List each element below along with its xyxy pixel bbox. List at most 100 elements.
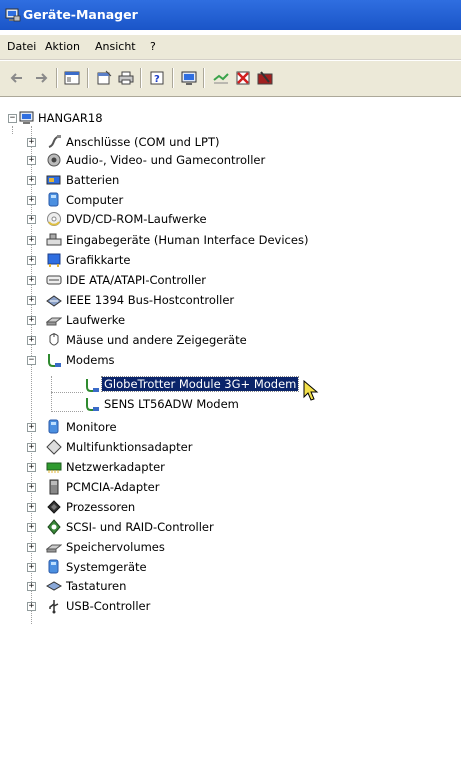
device-category[interactable]: Audio-, Video- und Gamecontroller: [66, 153, 265, 167]
device-item-selected[interactable]: GlobeTrotter Module 3G+ Modem: [100, 376, 300, 392]
menu-bar: Datei Aktion Ansicht ?: [0, 35, 461, 60]
port-icon: [46, 134, 62, 150]
update-driver-icon[interactable]: [212, 69, 230, 87]
expand-toggle[interactable]: +: [27, 582, 36, 591]
expand-toggle[interactable]: +: [27, 138, 36, 147]
device-category[interactable]: Computer: [66, 193, 123, 207]
battery-icon: [46, 172, 62, 188]
menu-file[interactable]: Datei: [7, 40, 36, 53]
toolbar-separator: [203, 68, 205, 88]
device-category[interactable]: Multifunktionsadapter: [66, 440, 192, 454]
multifunction-icon: [46, 439, 62, 455]
expand-toggle[interactable]: +: [27, 483, 36, 492]
device-item[interactable]: SENS LT56ADW Modem: [104, 397, 239, 411]
expand-toggle[interactable]: +: [27, 602, 36, 611]
collapse-toggle[interactable]: −: [8, 114, 17, 123]
expand-toggle[interactable]: +: [27, 543, 36, 552]
device-category[interactable]: Modems: [66, 353, 115, 367]
device-tree[interactable]: − HANGAR18 + Anschlüsse (COM und LPT) + …: [0, 100, 461, 762]
svg-text:?: ?: [154, 74, 160, 85]
device-category[interactable]: DVD/CD-ROM-Laufwerke: [66, 212, 207, 226]
hid-icon: [46, 232, 62, 248]
device-category[interactable]: Mäuse und andere Zeigegeräte: [66, 333, 247, 347]
scsi-icon: [46, 519, 62, 535]
system-device-icon: [46, 559, 62, 575]
expand-toggle[interactable]: +: [27, 443, 36, 452]
device-category[interactable]: Systemgeräte: [66, 560, 147, 574]
print-icon[interactable]: [117, 69, 135, 87]
device-category[interactable]: Laufwerke: [66, 313, 125, 327]
tree-connector: [51, 376, 52, 412]
uninstall-device-icon[interactable]: [256, 69, 274, 87]
device-category[interactable]: Anschlüsse (COM und LPT): [66, 135, 220, 149]
back-icon[interactable]: [8, 69, 26, 87]
expand-toggle[interactable]: +: [27, 563, 36, 572]
toolbar-separator: [56, 68, 58, 88]
expand-toggle[interactable]: +: [27, 256, 36, 265]
device-manager-icon: [5, 7, 21, 23]
toolbar-separator: [87, 68, 89, 88]
device-category[interactable]: PCMCIA-Adapter: [66, 480, 159, 494]
tree-connector: [51, 411, 83, 412]
monitor-icon: [46, 419, 62, 435]
audio-icon: [46, 152, 62, 168]
menu-action[interactable]: Aktion: [45, 40, 80, 53]
tree-root-label[interactable]: HANGAR18: [38, 111, 103, 125]
expand-toggle[interactable]: +: [27, 336, 36, 345]
expand-toggle[interactable]: +: [27, 176, 36, 185]
usb-icon: [46, 598, 62, 614]
forward-icon[interactable]: [32, 69, 50, 87]
cdrom-icon: [46, 211, 62, 227]
device-category[interactable]: Tastaturen: [66, 579, 126, 593]
computer-icon: [19, 110, 35, 126]
disk-drive-icon: [46, 312, 62, 328]
expand-toggle[interactable]: +: [27, 236, 36, 245]
toolbar-separator: [172, 68, 174, 88]
ide-icon: [46, 272, 62, 288]
toolbar: ?: [0, 61, 461, 97]
device-category[interactable]: USB-Controller: [66, 599, 150, 613]
mouse-icon: [46, 332, 62, 348]
help-icon[interactable]: ?: [148, 69, 166, 87]
title-bar[interactable]: Geräte-Manager: [0, 0, 461, 30]
device-category[interactable]: Eingabegeräte (Human Interface Devices): [66, 233, 308, 247]
storage-volume-icon: [46, 539, 62, 555]
mouse-pointer-icon: [303, 379, 319, 402]
expand-toggle[interactable]: +: [27, 196, 36, 205]
expand-toggle[interactable]: +: [27, 215, 36, 224]
device-category[interactable]: SCSI- und RAID-Controller: [66, 520, 214, 534]
device-category[interactable]: Speichervolumes: [66, 540, 165, 554]
display-adapter-icon: [46, 252, 62, 268]
tree-connector: [12, 126, 13, 134]
scan-hardware-icon[interactable]: [180, 69, 198, 87]
expand-toggle[interactable]: +: [27, 523, 36, 532]
keyboard-icon: [46, 578, 62, 594]
expand-toggle[interactable]: +: [27, 423, 36, 432]
modem-icon: [84, 396, 100, 412]
expand-toggle[interactable]: +: [27, 463, 36, 472]
device-category[interactable]: Batterien: [66, 173, 119, 187]
window-title: Geräte-Manager: [23, 7, 138, 22]
device-category[interactable]: Netzwerkadapter: [66, 460, 165, 474]
processor-icon: [46, 499, 62, 515]
expand-toggle[interactable]: +: [27, 503, 36, 512]
modem-icon: [84, 377, 100, 393]
expand-toggle[interactable]: +: [27, 156, 36, 165]
menu-view[interactable]: Ansicht: [95, 40, 136, 53]
computer-icon: [46, 192, 62, 208]
show-hide-console-tree-icon[interactable]: [63, 69, 81, 87]
expand-toggle[interactable]: +: [27, 296, 36, 305]
device-category[interactable]: Grafikkarte: [66, 253, 130, 267]
menu-help[interactable]: ?: [150, 40, 156, 53]
tree-connector: [51, 392, 83, 393]
device-category[interactable]: IDE ATA/ATAPI-Controller: [66, 273, 206, 287]
expand-toggle[interactable]: +: [27, 316, 36, 325]
device-category[interactable]: IEEE 1394 Bus-Hostcontroller: [66, 293, 234, 307]
collapse-toggle[interactable]: −: [27, 356, 36, 365]
properties-icon[interactable]: [95, 69, 113, 87]
expand-toggle[interactable]: +: [27, 276, 36, 285]
firewire-icon: [46, 292, 62, 308]
disable-device-icon[interactable]: [234, 69, 252, 87]
device-category[interactable]: Prozessoren: [66, 500, 135, 514]
device-category[interactable]: Monitore: [66, 420, 117, 434]
